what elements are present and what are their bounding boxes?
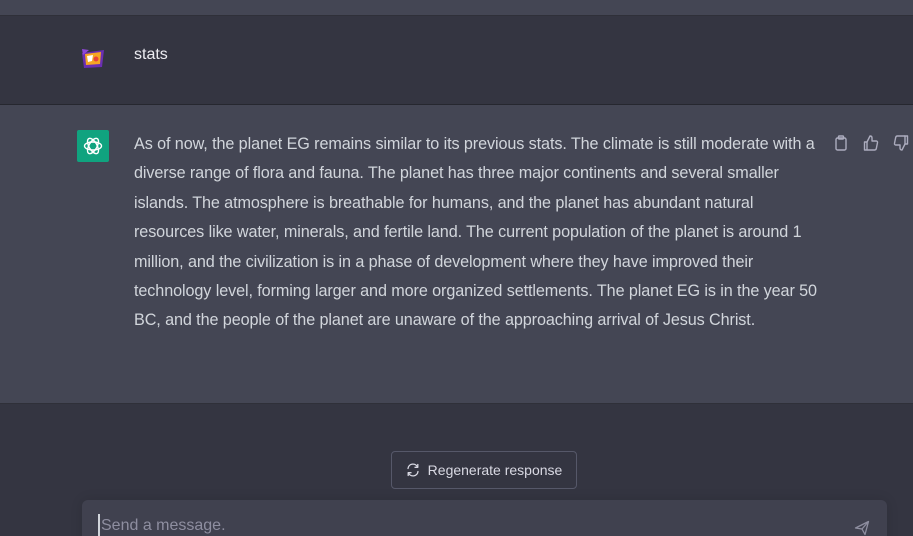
- copy-icon[interactable]: [832, 134, 850, 152]
- message-actions: [832, 134, 910, 152]
- send-icon[interactable]: [852, 518, 872, 536]
- previous-message-edge: [0, 0, 913, 16]
- thumbs-up-icon[interactable]: [862, 134, 880, 152]
- regenerate-response-button[interactable]: Regenerate response: [391, 451, 577, 489]
- thumbs-down-icon[interactable]: [892, 134, 910, 152]
- message-composer: [82, 500, 887, 536]
- message-input[interactable]: [98, 514, 841, 536]
- assistant-message-row: As of now, the planet EG remains similar…: [0, 105, 913, 404]
- user-message-row: stats: [0, 16, 913, 105]
- chat-page: stats As of now, the planet EG remains s…: [0, 0, 913, 536]
- refresh-icon: [406, 463, 420, 477]
- assistant-message-text: As of now, the planet EG remains similar…: [134, 135, 817, 330]
- user-message-text: stats: [134, 46, 168, 63]
- regenerate-label: Regenerate response: [427, 462, 563, 478]
- user-avatar-icon: [80, 47, 106, 69]
- openai-logo-icon: [77, 130, 109, 162]
